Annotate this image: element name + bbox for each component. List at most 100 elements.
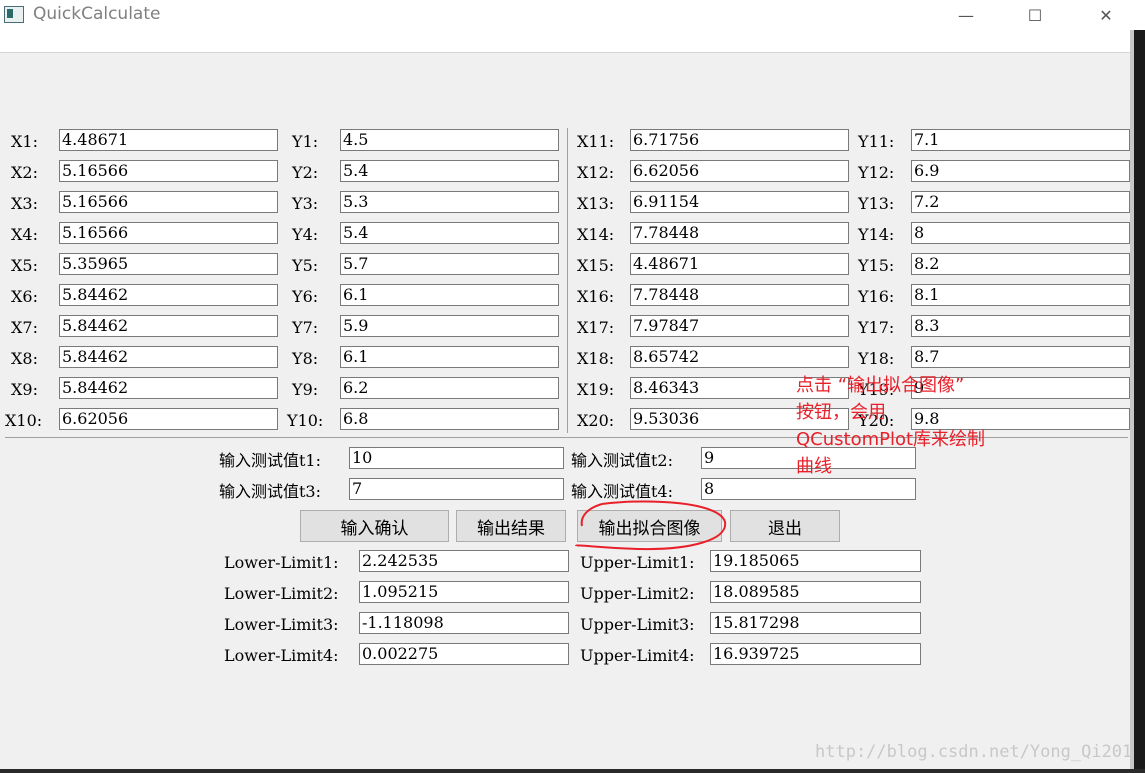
y-input-5[interactable]: 5.7 (340, 253, 559, 275)
annotation-circle (575, 500, 727, 551)
upper-limit-label-1: Upper-Limit1: (580, 553, 695, 572)
x-input-10[interactable]: 6.62056 (59, 408, 278, 430)
x-input-4[interactable]: 5.16566 (59, 222, 278, 244)
x-label-3: X3: (11, 194, 38, 213)
lower-limit-label-4: Lower-Limit4: (224, 646, 339, 665)
x-input-14[interactable]: 7.78448 (630, 222, 849, 244)
taskbar-strip (0, 769, 1145, 773)
y-label-14: Y14: (858, 225, 895, 244)
test-label-t4: 输入测试值t4: (571, 482, 674, 501)
y-input-12[interactable]: 6.9 (911, 160, 1130, 182)
minimize-icon[interactable]: — (943, 0, 989, 30)
lower-limit-label-3: Lower-Limit3: (224, 615, 339, 634)
y-input-18[interactable]: 8.7 (911, 346, 1130, 368)
upper-limit-field-1[interactable]: 19.185065 (710, 550, 921, 572)
lower-limit-label-1: Lower-Limit1: (224, 553, 339, 572)
menu-bar (0, 30, 1145, 53)
test-input-t4[interactable]: 8 (701, 478, 916, 500)
test-input-t3[interactable]: 7 (349, 478, 564, 500)
y-input-6[interactable]: 6.1 (340, 284, 559, 306)
y-input-3[interactable]: 5.3 (340, 191, 559, 213)
x-input-13[interactable]: 6.91154 (630, 191, 849, 213)
y-input-4[interactable]: 5.4 (340, 222, 559, 244)
y-input-16[interactable]: 8.1 (911, 284, 1130, 306)
y-input-8[interactable]: 6.1 (340, 346, 559, 368)
x-label-15: X15: (577, 256, 615, 275)
x-label-5: X5: (11, 256, 38, 275)
x-label-4: X4: (11, 225, 38, 244)
x-input-17[interactable]: 7.97847 (630, 315, 849, 337)
y-input-10[interactable]: 6.8 (340, 408, 559, 430)
x-label-16: X16: (577, 287, 615, 306)
upper-limit-field-3[interactable]: 15.817298 (710, 612, 921, 634)
y-label-12: Y12: (858, 163, 895, 182)
test-label-t3: 输入测试值t3: (219, 482, 322, 501)
y-input-11[interactable]: 7.1 (911, 129, 1130, 151)
y-label-3: Y3: (292, 194, 319, 213)
y-label-4: Y4: (292, 225, 319, 244)
watermark-text: http://blog.csdn.net/Yong_Qi2015 (815, 742, 1143, 762)
x-label-9: X9: (11, 380, 38, 399)
y-input-7[interactable]: 5.9 (340, 315, 559, 337)
x-input-12[interactable]: 6.62056 (630, 160, 849, 182)
maximize-icon[interactable]: ☐ (1012, 0, 1058, 30)
x-input-1[interactable]: 4.48671 (59, 129, 278, 151)
y-input-9[interactable]: 6.2 (340, 377, 559, 399)
exit-button[interactable]: 退出 (730, 510, 840, 542)
y-label-13: Y13: (858, 194, 895, 213)
y-label-1: Y1: (292, 132, 319, 151)
x-label-13: X13: (577, 194, 615, 213)
confirm-input-button[interactable]: 输入确认 (300, 510, 449, 542)
y-input-1[interactable]: 4.5 (340, 129, 559, 151)
x-input-18[interactable]: 8.65742 (630, 346, 849, 368)
window-title: QuickCalculate (33, 4, 161, 24)
x-input-8[interactable]: 5.84462 (59, 346, 278, 368)
y-input-17[interactable]: 8.3 (911, 315, 1130, 337)
x-input-15[interactable]: 4.48671 (630, 253, 849, 275)
lower-limit-field-2[interactable]: 1.095215 (359, 581, 569, 603)
y-input-15[interactable]: 8.2 (911, 253, 1130, 275)
x-input-2[interactable]: 5.16566 (59, 160, 278, 182)
output-result-button[interactable]: 输出结果 (456, 510, 566, 542)
x-label-14: X14: (577, 225, 615, 244)
y-label-18: Y18: (858, 349, 895, 368)
x-label-11: X11: (577, 132, 615, 151)
x-label-18: X18: (577, 349, 615, 368)
annotation-line-1: 点击 “输出拟合图像” (796, 375, 965, 396)
x-label-6: X6: (11, 287, 38, 306)
close-icon[interactable]: ✕ (1083, 0, 1129, 30)
annotation-line-2: 按钮，会用 (796, 402, 886, 423)
lower-limit-field-1[interactable]: 2.242535 (359, 550, 569, 572)
y-label-2: Y2: (292, 163, 319, 182)
y-label-10: Y10: (287, 411, 324, 430)
x-label-7: X7: (11, 318, 38, 337)
x-label-10: X10: (5, 411, 43, 430)
annotation-note: 点击 “输出拟合图像” 按钮，会用 QCustomPlot库来绘制 曲线 (796, 372, 1036, 480)
x-input-5[interactable]: 5.35965 (59, 253, 278, 275)
y-label-9: Y9: (292, 380, 319, 399)
test-label-t1: 输入测试值t1: (219, 451, 322, 470)
y-label-16: Y16: (858, 287, 895, 306)
x-input-6[interactable]: 5.84462 (59, 284, 278, 306)
x-input-11[interactable]: 6.71756 (630, 129, 849, 151)
x-input-7[interactable]: 5.84462 (59, 315, 278, 337)
x-input-16[interactable]: 7.78448 (630, 284, 849, 306)
test-input-t1[interactable]: 10 (349, 447, 564, 469)
annotation-line-4: 曲线 (796, 456, 832, 477)
y-label-7: Y7: (292, 318, 319, 337)
upper-limit-label-2: Upper-Limit2: (580, 584, 695, 603)
y-input-13[interactable]: 7.2 (911, 191, 1130, 213)
x-input-3[interactable]: 5.16566 (59, 191, 278, 213)
x-label-8: X8: (11, 349, 38, 368)
y-label-8: Y8: (292, 349, 319, 368)
column-divider (567, 128, 568, 433)
x-input-9[interactable]: 5.84462 (59, 377, 278, 399)
y-input-14[interactable]: 8 (911, 222, 1130, 244)
lower-limit-field-3[interactable]: -1.118098 (359, 612, 569, 634)
upper-limit-field-2[interactable]: 18.089585 (710, 581, 921, 603)
x-label-20: X20: (577, 411, 615, 430)
upper-limit-field-4[interactable]: 16.939725 (710, 643, 921, 665)
y-input-2[interactable]: 5.4 (340, 160, 559, 182)
lower-limit-field-4[interactable]: 0.002275 (359, 643, 569, 665)
x-label-19: X19: (577, 380, 615, 399)
